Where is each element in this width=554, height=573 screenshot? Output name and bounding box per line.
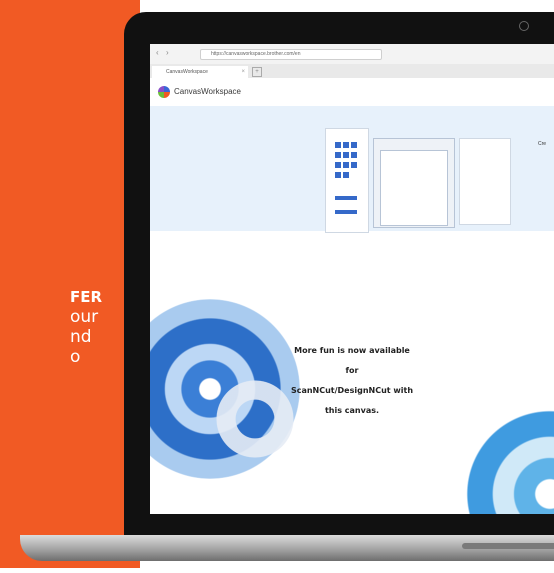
message-line-3: this canvas. — [324, 406, 380, 415]
app-preview-image — [325, 128, 515, 233]
new-tab-button[interactable]: + — [252, 67, 262, 77]
message-line-1: More fun is now available for — [294, 346, 410, 375]
url-field[interactable]: https://canvasworkspace.brother.com/en — [200, 49, 382, 60]
browser-tab[interactable]: CanvasWorkspace × — [152, 66, 248, 78]
white-flower — [210, 374, 300, 464]
forward-arrow-icon[interactable]: › — [166, 49, 169, 57]
tab-title: CanvasWorkspace — [166, 69, 208, 75]
logo-icon — [158, 86, 170, 98]
address-bar: ‹ › https://canvasworkspace.brother.com/… — [150, 44, 554, 65]
promo-message: More fun is now available for ScanNCut/D… — [290, 341, 414, 421]
message-line-2: ScanNCut/DesignNCut with — [290, 386, 414, 395]
tab-strip: CanvasWorkspace × + — [150, 64, 554, 78]
back-arrow-icon[interactable]: ‹ — [156, 49, 159, 57]
camera-icon — [519, 21, 529, 31]
blue-flower-right — [450, 394, 554, 514]
preview-canvas-page — [380, 150, 448, 226]
hero-banner: Cre — [150, 106, 554, 233]
laptop-screen: ‹ › https://canvasworkspace.brother.com/… — [150, 44, 554, 514]
laptop-base-notch — [462, 543, 554, 549]
logo-text[interactable]: CanvasWorkspace — [174, 87, 241, 97]
promo-background — [0, 0, 140, 568]
close-icon[interactable]: × — [241, 66, 245, 78]
app-header: CanvasWorkspace — [150, 78, 554, 106]
hero-caption: Cre — [538, 141, 547, 147]
preview-right-panel — [459, 138, 511, 225]
